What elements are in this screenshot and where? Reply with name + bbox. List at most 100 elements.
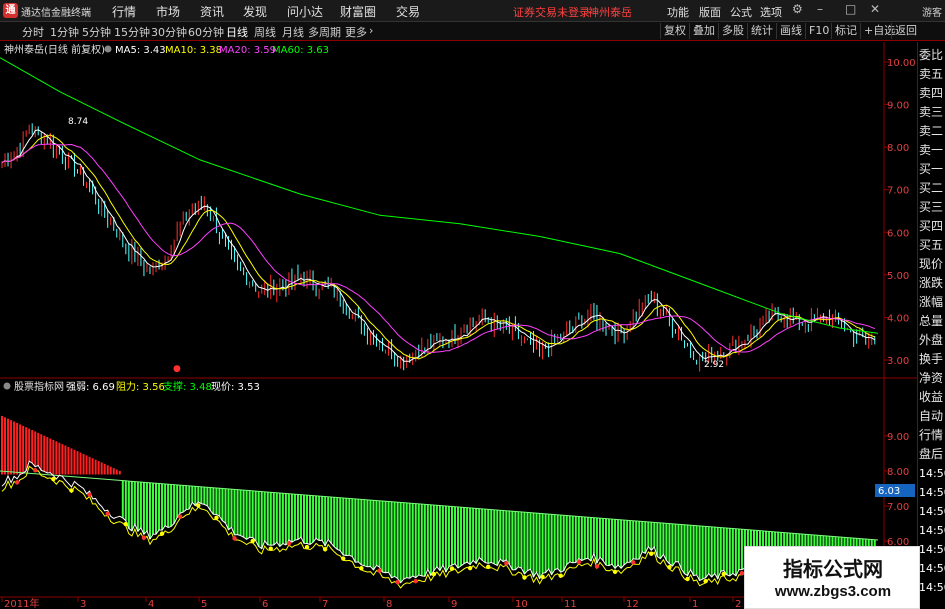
sub-chart-legend: 股票指标网 强弱: 6.69 阻力: 3.56 支撑: 3.48 现价: 3.5… (3, 380, 260, 393)
side-panel-item[interactable]: 涨幅 (919, 293, 945, 312)
price-label: 现价: 3.53 (211, 381, 260, 393)
btn-stats[interactable]: 统计 (747, 23, 776, 39)
signal-dot (359, 566, 364, 571)
menu-item-ask[interactable]: 问小达 (287, 3, 323, 20)
menu-options[interactable]: 选项 (760, 4, 782, 20)
side-panel-item[interactable]: 换手 (919, 350, 945, 369)
period-60min[interactable]: 60分钟 (188, 24, 224, 40)
ma5-line (1, 129, 876, 362)
side-panel-item[interactable]: 净资 (919, 369, 945, 388)
side-panel-item[interactable]: 买三 (919, 198, 945, 217)
chart-toggle-icon[interactable] (104, 45, 112, 53)
period-more[interactable]: 更多 (345, 24, 367, 40)
sub-y-tick-label: 9.00 (887, 432, 909, 443)
y-tick-label: 5.00 (887, 271, 909, 282)
signal-dot (268, 546, 273, 551)
menu-bar: 通 通达信金融终端 行情 市场 资讯 发现 问小达 财富圈 交易 证券交易未登录… (0, 0, 945, 22)
signal-dot (467, 565, 473, 571)
signal-dot (33, 467, 38, 473)
sub-toggle-icon[interactable] (3, 382, 11, 390)
close-icon[interactable]: ✕ (870, 2, 880, 16)
current-value-text: 6.03 (878, 486, 900, 497)
side-panel-item[interactable]: 委比 (919, 46, 945, 65)
menu-item-discover[interactable]: 发现 (243, 3, 267, 20)
menu-item-wealth[interactable]: 财富圈 (340, 3, 376, 20)
side-panel-item[interactable]: 现价 (919, 255, 945, 274)
period-5min[interactable]: 5分钟 (82, 24, 111, 40)
y-tick-label: 6.00 (887, 228, 909, 239)
support-label: 支撑: 3.48 (163, 380, 212, 393)
side-panel-item[interactable]: 14:50 (919, 502, 945, 521)
side-panel-item[interactable]: 14:50 (919, 559, 945, 578)
period-toolbar: 分时 1分钟 5分钟 15分钟 30分钟 60分钟 日线 周线 月线 多周期 更… (0, 22, 945, 41)
side-panel-item[interactable]: 卖三 (919, 103, 945, 122)
side-panel-item[interactable]: 14:50 (919, 483, 945, 502)
side-panel-item[interactable]: 卖二 (919, 122, 945, 141)
menu-item-trade[interactable]: 交易 (396, 3, 420, 20)
minimize-icon[interactable]: – (817, 2, 823, 16)
side-panel-item[interactable]: 买二 (919, 179, 945, 198)
period-monthly[interactable]: 月线 (282, 24, 304, 40)
side-panel-item[interactable]: 14:50 (919, 521, 945, 540)
maximize-icon[interactable]: □ (845, 2, 856, 16)
btn-draw[interactable]: 画线 (776, 23, 805, 39)
side-panel-item[interactable]: 外盘 (919, 331, 945, 350)
btn-fuquan[interactable]: 复权 (660, 23, 689, 39)
side-panel-item[interactable]: 14:50 (919, 578, 945, 597)
btn-mark[interactable]: 标记 (831, 23, 860, 39)
signal-dot (721, 571, 726, 577)
ma20-label: MA20: 3.59 (219, 45, 276, 56)
period-fenshi[interactable]: 分时 (22, 24, 44, 40)
settings-icon[interactable]: ⚙ (792, 2, 803, 16)
side-panel-item[interactable]: 买四 (919, 217, 945, 236)
side-panel-item[interactable]: 涨跌 (919, 274, 945, 293)
side-panel-item[interactable]: 14:50 (919, 464, 945, 483)
side-panel-item[interactable]: 买一 (919, 160, 945, 179)
menu-layout[interactable]: 版面 (699, 4, 721, 20)
login-notice[interactable]: 证券交易未登录 (513, 4, 590, 20)
menu-func[interactable]: 功能 (667, 4, 689, 20)
period-15min[interactable]: 15分钟 (114, 24, 150, 40)
period-weekly[interactable]: 周线 (254, 24, 276, 40)
side-panel-item[interactable]: 总量 (919, 312, 945, 331)
chevron-right-icon[interactable]: › (369, 24, 373, 37)
side-panel-item[interactable]: 收益 (919, 388, 945, 407)
x-tick-label: 9 (451, 599, 457, 609)
side-panel-item[interactable]: 买五 (919, 236, 945, 255)
menu-formula[interactable]: 公式 (730, 4, 752, 20)
kline-chart[interactable]: 神州泰岳(日线 前复权) MA5: 3.43 MA10: 3.38 MA20: … (0, 42, 917, 609)
side-panel-item[interactable]: 盘后 (919, 445, 945, 464)
menu-item-news[interactable]: 资讯 (200, 3, 224, 20)
signal-dot (322, 547, 328, 552)
main-y-axis: 10.00 9.00 8.00 7.00 6.00 5.00 4.00 3.00 (884, 58, 916, 367)
btn-back[interactable]: 返回 (891, 23, 920, 39)
signal-dot (431, 571, 437, 577)
period-multi[interactable]: 多周期 (308, 24, 341, 40)
period-1min[interactable]: 1分钟 (50, 24, 79, 40)
y-tick-label: 9.00 (887, 101, 909, 112)
y-tick-label: 3.00 (887, 356, 909, 367)
side-panel-item[interactable]: 卖五 (919, 65, 945, 84)
side-panel-item[interactable]: 自动 (919, 407, 945, 426)
signal-dot (504, 561, 509, 566)
signal-dot (141, 535, 147, 540)
guest-label[interactable]: 游客 (922, 4, 942, 19)
side-panel-item[interactable]: 卖四 (919, 84, 945, 103)
side-panel-item[interactable]: 14:50 (919, 540, 945, 559)
signal-dot (159, 531, 165, 536)
menu-item-hangqing[interactable]: 行情 (112, 3, 136, 20)
btn-f10[interactable]: F10 (805, 23, 832, 39)
stock-name-top: 神州泰岳 (588, 6, 632, 19)
period-daily[interactable]: 日线 (226, 24, 248, 40)
x-tick-label: 6 (262, 599, 268, 609)
watermark-title: 指标公式网 (783, 557, 883, 581)
btn-multi-stock[interactable]: 多股 (718, 23, 747, 39)
signal-dot (594, 564, 600, 569)
side-panel-item[interactable]: 行情 (919, 426, 945, 445)
btn-overlay[interactable]: 叠加 (689, 23, 718, 39)
period-30min[interactable]: 30分钟 (151, 24, 187, 40)
signal-dot (232, 536, 237, 541)
side-panel-item[interactable]: 卖一 (919, 141, 945, 160)
ma10-label: MA10: 3.38 (165, 45, 222, 56)
menu-item-market[interactable]: 市场 (156, 3, 180, 20)
